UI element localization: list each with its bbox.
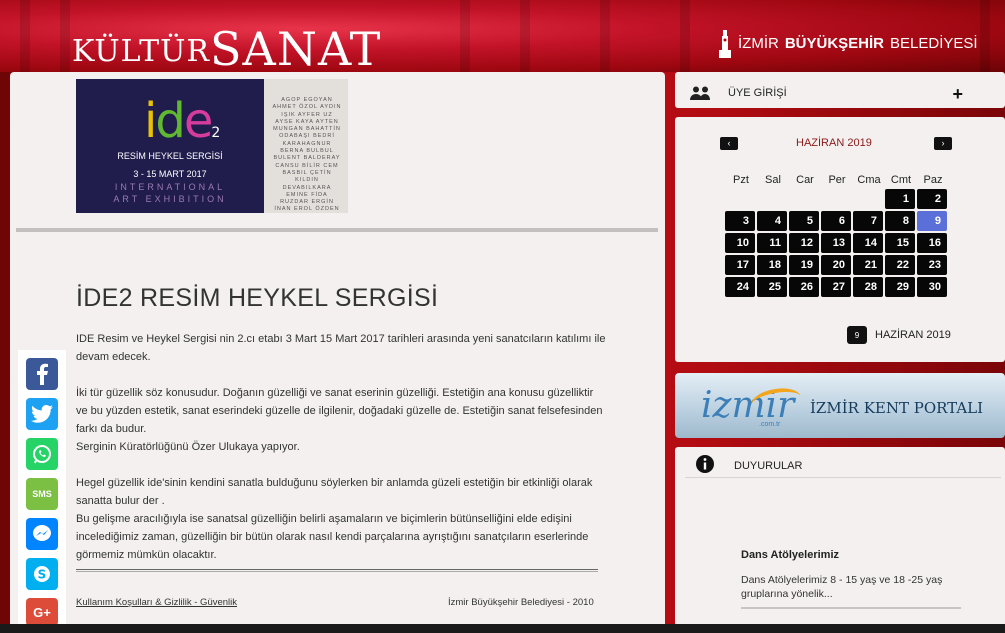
banner-line-3: INTERNATIONAL: [114, 182, 226, 192]
taskbar: [0, 624, 1005, 633]
calendar-day[interactable]: 29: [885, 277, 915, 297]
main-content: ide2 RESİM HEYKEL SERGİSİ 3 - 15 MART 20…: [10, 72, 665, 633]
calendar-day[interactable]: 18: [757, 255, 787, 275]
calendar-day[interactable]: 8: [885, 211, 915, 231]
twitter-icon[interactable]: [26, 398, 58, 430]
calendar-day[interactable]: 21: [853, 255, 883, 275]
users-icon: [690, 86, 710, 100]
calendar-day[interactable]: 10: [725, 233, 755, 253]
calendar-day[interactable]: 9: [917, 211, 947, 231]
calendar-day[interactable]: 15: [885, 233, 915, 253]
calendar-day[interactable]: 26: [789, 277, 819, 297]
calendar-day[interactable]: 12: [789, 233, 819, 253]
article-paragraph: Serginin Küratörlüğünü Özer Ulukaya yapı…: [76, 441, 300, 453]
calendar-weekday: Car: [796, 174, 814, 186]
calendar-weekday: Cma: [857, 174, 881, 186]
info-icon: [696, 455, 714, 473]
artist-names: AGOP EGOYAN AHMET ÖZOL AYDIN IŞIK AYFER …: [272, 97, 342, 213]
calendar-day[interactable]: 25: [757, 277, 787, 297]
banner-poster: ide2 RESİM HEYKEL SERGİSİ 3 - 15 MART 20…: [76, 79, 264, 213]
calendar-day[interactable]: 23: [917, 255, 947, 275]
article-paragraph: Hegel güzellik ide'sinin kendini sanatla…: [76, 477, 593, 507]
calendar-day[interactable]: 1: [885, 189, 915, 209]
duyuru-divider: [741, 607, 961, 609]
calendar-day[interactable]: 3: [725, 211, 755, 231]
duyurular-panel: DUYURULAR Dans Atölyelerimiz Dans Atölye…: [675, 447, 1005, 633]
calendar-day[interactable]: 20: [821, 255, 851, 275]
exhibition-banner[interactable]: ide2 RESİM HEYKEL SERGİSİ 3 - 15 MART 20…: [76, 79, 348, 213]
clock-tower-icon: [719, 30, 731, 58]
belediye-suffix: BELEDİYESİ: [890, 34, 978, 52]
portal-sub: .com.tr: [759, 421, 781, 428]
banner-artists: AGOP EGOYAN AHMET ÖZOL AYDIN IŞIK AYFER …: [264, 79, 348, 213]
whatsapp-icon[interactable]: [26, 438, 58, 470]
calendar-day[interactable]: 16: [917, 233, 947, 253]
calendar-day[interactable]: 19: [789, 255, 819, 275]
logo-kultur-text: KÜLTÜR: [72, 34, 210, 69]
duyuru-text: Dans Atölyelerimiz 8 - 15 yaş ve 18 -25 …: [741, 574, 943, 600]
share-bar: SMS S G+: [18, 350, 66, 633]
divider: [16, 228, 658, 232]
calendar-day[interactable]: 13: [821, 233, 851, 253]
calendar-weekday: Pzt: [733, 174, 749, 186]
calendar-footer-label: HAZİRAN 2019: [875, 329, 951, 341]
calendar-day[interactable]: 6: [821, 211, 851, 231]
footer-divider: [76, 569, 598, 572]
calendar-weekday: Cmt: [890, 174, 912, 186]
skype-icon[interactable]: S: [26, 558, 58, 590]
calendar-day[interactable]: 30: [917, 277, 947, 297]
calendar-footer[interactable]: 9 HAZİRAN 2019: [847, 326, 951, 344]
belediye-prefix: İZMİR: [738, 34, 779, 52]
calendar-day[interactable]: 22: [885, 255, 915, 275]
calendar-month: HAZİRAN 2019: [796, 137, 872, 149]
calendar-day[interactable]: 27: [821, 277, 851, 297]
calendar-panel: ‹ HAZİRAN 2019 › 9 HAZİRAN 2019 Pzt Sal Ca…: [675, 117, 1005, 362]
login-label: ÜYE GİRİŞİ: [728, 87, 787, 99]
article-paragraph: IDE Resim ve Heykel Sergisi nin 2.cı eta…: [76, 333, 606, 363]
footer-links[interactable]: Kullanım Koşulları & Gizlilik - Güvenlik: [76, 597, 237, 608]
calendar-weekday: Per: [828, 174, 846, 186]
ide-logo: ide2: [144, 93, 221, 149]
calendar-weekday: Sal: [765, 174, 781, 186]
calendar-day[interactable]: 2: [917, 189, 947, 209]
sms-icon[interactable]: SMS: [26, 478, 58, 510]
login-toggle-icon[interactable]: +: [952, 84, 963, 105]
calendar-day[interactable]: 14: [853, 233, 883, 253]
duyuru-title[interactable]: Dans Atölyelerimiz: [741, 549, 839, 561]
izmir-kent-portali-banner[interactable]: izmir .com.tr İZMİR KENT PORTALI: [675, 373, 1005, 438]
calendar-next-button[interactable]: ›: [934, 137, 952, 150]
calendar-day[interactable]: 5: [789, 211, 819, 231]
site-header: KÜLTÜRSANAT İZMİR BÜYÜKŞEHİR BELEDİYESİ: [0, 0, 1005, 72]
kultur-sanat-logo[interactable]: KÜLTÜRSANAT: [72, 18, 381, 72]
article-paragraph: İki tür güzellik söz konusudur. Doğanın …: [76, 387, 603, 435]
calendar-day[interactable]: 17: [725, 255, 755, 275]
calendar-day[interactable]: 7: [853, 211, 883, 231]
calendar-day[interactable]: 24: [725, 277, 755, 297]
google-plus-icon[interactable]: G+: [26, 598, 58, 626]
calendar-icon: 9: [847, 326, 867, 344]
calendar-weekday: Paz: [923, 174, 943, 186]
banner-line-2: 3 - 15 MART 2017: [133, 169, 207, 179]
facebook-icon[interactable]: [26, 358, 58, 390]
portal-label: İZMİR KENT PORTALI: [810, 399, 984, 417]
login-panel[interactable]: ÜYE GİRİŞİ +: [675, 72, 1005, 108]
footer-copyright: İzmir Büyükşehir Belediyesi - 2010: [448, 597, 594, 608]
izmir-belediye-logo[interactable]: İZMİR BÜYÜKŞEHİR BELEDİYESİ: [718, 28, 978, 58]
messenger-icon[interactable]: [26, 518, 58, 550]
calendar-day[interactable]: 28: [853, 277, 883, 297]
duyurular-label: DUYURULAR: [734, 460, 803, 472]
calendar-day[interactable]: 11: [757, 233, 787, 253]
calendar-prev-button[interactable]: ‹: [720, 137, 738, 150]
article-body: IDE Resim ve Heykel Sergisi nin 2.cı eta…: [76, 330, 606, 582]
banner-line-1: RESİM HEYKEL SERGİSİ: [117, 151, 223, 161]
banner-line-4: ART EXHIBITION: [113, 194, 227, 204]
logo-sanat-text: SANAT: [209, 22, 382, 72]
calendar-day[interactable]: 4: [757, 211, 787, 231]
article-paragraph: Bu gelişme aracılığıyla ise sanatsal güz…: [76, 513, 589, 561]
belediye-bold: BÜYÜKŞEHİR: [784, 34, 885, 52]
svg-text:S: S: [38, 568, 47, 582]
page-title: İDE2 RESİM HEYKEL SERGİSİ: [76, 284, 439, 312]
